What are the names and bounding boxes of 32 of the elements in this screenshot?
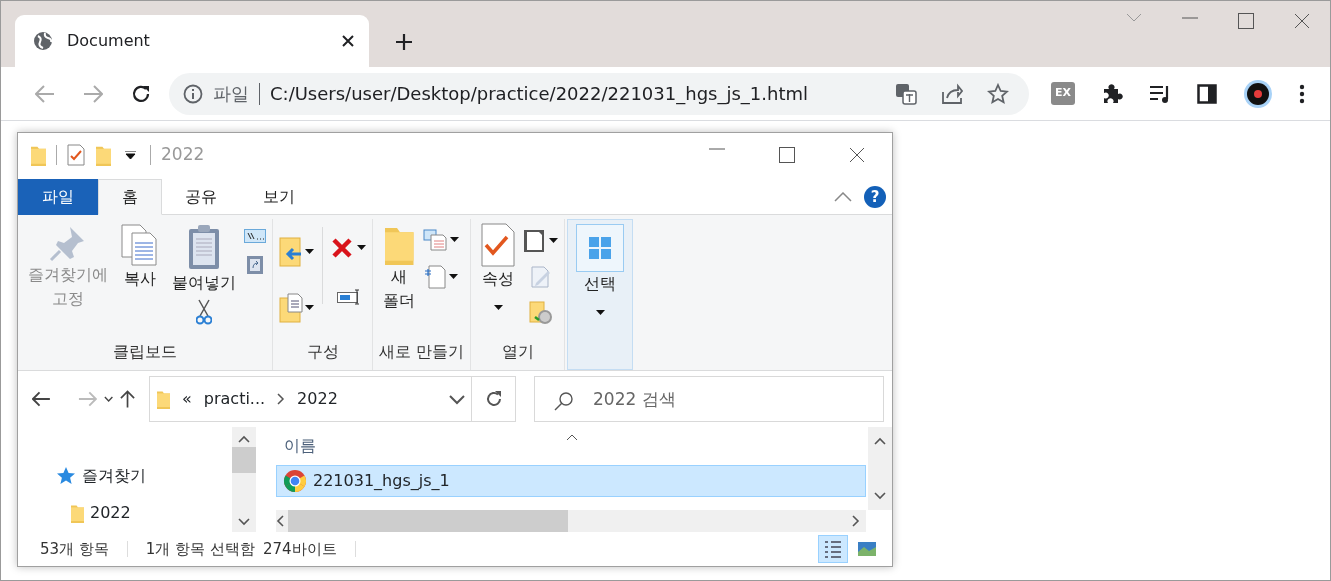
url-text: C:/Users/user/Desktop/practice/2022/221031_hgs_js_1.html xyxy=(270,82,809,107)
ribbon-group-label: 열기 xyxy=(500,341,535,363)
ribbon-command-button[interactable]: 복사 xyxy=(116,219,164,340)
ribbon-tab[interactable]: 보기 xyxy=(240,179,318,215)
address-field[interactable]: « practi... 2022 xyxy=(149,376,472,422)
ribbon-tab[interactable]: 홈 xyxy=(98,179,162,215)
selection-size: 274바이트 xyxy=(262,538,337,560)
ribbon-group-label: 클립보드 xyxy=(112,341,178,363)
item-count: 53개 항목 xyxy=(40,538,109,560)
ribbon-group-label: 구성 xyxy=(305,341,340,363)
tab-title: Document xyxy=(67,30,151,52)
ribbon-tab[interactable]: 파일 xyxy=(18,179,98,215)
window-title: 2022 xyxy=(161,143,205,167)
column-header[interactable]: 이름 xyxy=(284,434,316,458)
ribbon-group-label: 새로 만들기 xyxy=(379,341,465,363)
nav-pane-item[interactable]: 즐겨찾기 xyxy=(18,457,232,494)
ribbon-tab[interactable]: 공유 xyxy=(162,179,240,215)
browser-tab[interactable]: Document xyxy=(15,15,369,67)
ribbon-command-button[interactable]: 붙여넣기 xyxy=(168,219,240,299)
selection-count: 1개 항목 선택함 xyxy=(145,538,255,560)
ribbon-command-button[interactable]: 새 폴더 xyxy=(379,219,419,340)
ribbon-command-button[interactable]: 속성 xyxy=(477,219,520,340)
breadcrumb-item[interactable]: practi... xyxy=(203,387,266,411)
nav-pane-item[interactable]: 2022 xyxy=(18,494,232,531)
ribbon-command-button[interactable]: 선택 xyxy=(567,219,634,370)
help-button[interactable]: ? xyxy=(864,186,886,208)
url-scheme: 파일 xyxy=(213,82,249,106)
breadcrumb-overflow[interactable]: « xyxy=(182,387,192,411)
search-field[interactable]: 2022 검색 xyxy=(534,376,884,422)
breadcrumb-item[interactable]: 2022 xyxy=(297,387,338,411)
address-bar[interactable]: 파일 C:/Users/user/Desktop/practice/2022/221031_hgs_js_1.html xyxy=(169,72,1029,115)
file-row[interactable]: 221031_hgs_js_1 xyxy=(276,465,866,497)
